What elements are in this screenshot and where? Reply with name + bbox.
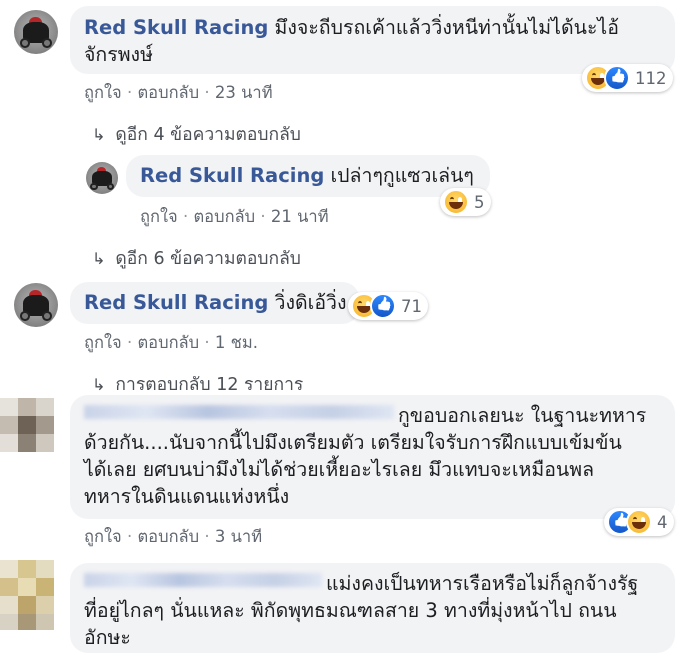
author-name-redacted bbox=[84, 405, 394, 419]
view-more-replies-label: ดูอีก 6 ข้อความตอบกลับ bbox=[115, 249, 301, 269]
comment-actions: ถูกใจ · ตอบกลับ · 21 นาที bbox=[140, 204, 329, 230]
comment-author-link[interactable]: Red Skull Racing bbox=[84, 291, 268, 314]
reaction-summary[interactable]: 112 bbox=[582, 64, 673, 92]
comment-text-line: จักรพงษ์ bbox=[84, 43, 153, 66]
reaction-summary[interactable]: 4 bbox=[604, 508, 674, 536]
comment-text-line: แม่งคงเป็นทหารเรือหรือไม่ก็ลูกจ้างรัฐ bbox=[326, 572, 639, 595]
like-icon bbox=[604, 65, 630, 91]
separator: · bbox=[126, 527, 138, 546]
avatar[interactable] bbox=[14, 283, 58, 327]
timestamp-link[interactable]: 3 นาที bbox=[215, 527, 262, 546]
reaction-count: 71 bbox=[401, 296, 422, 316]
comment-text-line: มึงจะถีบรถเค้าแล้ววิ่งหนีท่านั้นไม่ได้นะ… bbox=[274, 16, 619, 39]
timestamp-link[interactable]: 1 ชม. bbox=[215, 333, 258, 352]
view-more-replies-label: การตอบกลับ 12 รายการ bbox=[115, 375, 304, 395]
reply-arrow-icon: ↳ bbox=[92, 249, 106, 268]
reaction-count: 5 bbox=[474, 192, 485, 212]
reply-arrow-icon: ↳ bbox=[92, 375, 106, 394]
comment-text-line: วิ่งดิเอ้วิ่ง bbox=[274, 291, 347, 314]
comment-text-line: ด้วยกัน....นับจากนี้ไปมึงเตรียมตัว เตรีย… bbox=[84, 431, 622, 454]
separator: · bbox=[126, 333, 138, 352]
separator: · bbox=[182, 207, 194, 226]
reaction-count: 112 bbox=[635, 68, 667, 88]
avatar-pixelated[interactable] bbox=[0, 398, 54, 452]
reply-link[interactable]: ตอบกลับ bbox=[137, 83, 199, 102]
comment-text-line: ได้เลย ยศบนบ่ามึงไม่ได้ช่วยเหี้ยอะไรเลย … bbox=[84, 458, 595, 481]
timestamp-link[interactable]: 21 นาที bbox=[271, 207, 329, 226]
avatar[interactable] bbox=[86, 162, 118, 194]
comment-text: Red Skull Racing วิ่งดิเอ้วิ่ง bbox=[84, 290, 347, 316]
avatar-pixelated[interactable] bbox=[0, 560, 54, 630]
comment-actions: ถูกใจ · ตอบกลับ · 1 ชม. bbox=[84, 330, 258, 356]
view-more-replies-link[interactable]: ↳ ดูอีก 4 ข้อความตอบกลับ bbox=[92, 120, 301, 148]
like-link[interactable]: ถูกใจ bbox=[84, 527, 122, 546]
comment-text-line: ทหารในดินแดนแห่งหนึ่ง bbox=[84, 485, 290, 508]
view-more-replies-link[interactable]: ↳ ดูอีก 6 ข้อความตอบกลับ bbox=[92, 244, 301, 272]
reply-link[interactable]: ตอบกลับ bbox=[137, 527, 199, 546]
separator: · bbox=[126, 83, 138, 102]
reaction-summary[interactable]: 5 bbox=[440, 188, 491, 216]
separator: · bbox=[260, 207, 271, 226]
reaction-count: 4 bbox=[657, 512, 668, 532]
comment-text-line: อักษะ bbox=[84, 626, 131, 649]
comment-text-line: เปล่าๆกูแซวเล่นๆ bbox=[330, 164, 474, 187]
comment-actions: ถูกใจ · ตอบกลับ · 3 นาที bbox=[84, 524, 262, 550]
comment-text: Red Skull Racing มึงจะถีบรถเค้าแล้ววิ่งห… bbox=[84, 15, 619, 41]
comment-text-line: ที่อยู่ไกลๆ นั่นแหละ พิกัดพุทธมณฑลสาย 3 … bbox=[84, 599, 617, 622]
separator: · bbox=[204, 333, 215, 352]
reply-link[interactable]: ตอบกลับ bbox=[193, 207, 255, 226]
like-link[interactable]: ถูกใจ bbox=[84, 333, 122, 352]
comment-author-link[interactable]: Red Skull Racing bbox=[84, 16, 268, 39]
comment-actions: ถูกใจ · ตอบกลับ · 23 นาที bbox=[84, 80, 273, 106]
haha-icon bbox=[626, 509, 652, 535]
timestamp-link[interactable]: 23 นาที bbox=[215, 83, 273, 102]
avatar[interactable] bbox=[14, 10, 58, 54]
haha-icon bbox=[443, 189, 469, 215]
like-link[interactable]: ถูกใจ bbox=[84, 83, 122, 102]
view-replies-link[interactable]: ↳ การตอบกลับ 12 รายการ bbox=[92, 370, 303, 398]
comment-text: Red Skull Racing เปล่าๆกูแซวเล่นๆ bbox=[140, 163, 474, 189]
reaction-summary[interactable]: 71 bbox=[348, 292, 428, 320]
reply-link[interactable]: ตอบกลับ bbox=[137, 333, 199, 352]
author-name-redacted bbox=[84, 573, 322, 587]
comment-author-link[interactable]: Red Skull Racing bbox=[140, 164, 324, 187]
like-link[interactable]: ถูกใจ bbox=[140, 207, 178, 226]
like-icon bbox=[370, 293, 396, 319]
separator: · bbox=[204, 527, 215, 546]
view-more-replies-label: ดูอีก 4 ข้อความตอบกลับ bbox=[115, 125, 301, 145]
comment-text-line: กูขอบอกเลยนะ ในฐานะทหาร bbox=[398, 404, 647, 427]
separator: · bbox=[204, 83, 215, 102]
reply-arrow-icon: ↳ bbox=[92, 125, 106, 144]
